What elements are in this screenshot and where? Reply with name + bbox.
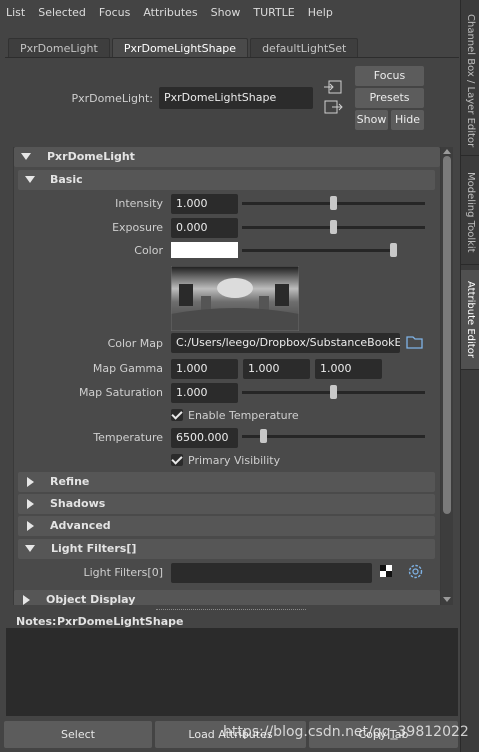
color-swatch[interactable] [171,242,238,258]
menu-selected[interactable]: Selected [38,6,86,19]
menu-bar: List Selected Focus Attributes Show TURT… [0,0,460,24]
intensity-label: Intensity [115,197,163,210]
tab-pxrdomelight[interactable]: PxrDomeLight [8,38,110,57]
map-gamma-label: Map Gamma [92,362,163,375]
input-connection-icon[interactable] [323,79,345,95]
menu-show[interactable]: Show [211,6,241,19]
tab-divider [5,57,459,58]
node-name-label: PxrDomeLight: [71,92,153,105]
tab-pxrdomelightshape[interactable]: PxrDomeLightShape [111,38,249,57]
temperature-label: Temperature [93,431,163,444]
color-slider-track[interactable] [242,249,396,252]
show-button[interactable]: Show [355,110,388,130]
expand-arrow-icon [27,521,34,531]
color-map-label: Color Map [107,337,163,350]
color-slider-handle[interactable] [390,243,397,257]
collapse-arrow-icon [25,545,35,552]
exposure-field[interactable]: 0.000 [171,218,238,238]
tab-defaultlightset[interactable]: defaultLightSet [250,38,359,57]
folder-icon[interactable] [406,334,424,350]
enable-temperature-checkbox[interactable] [171,409,183,421]
section-light-filters-label: Light Filters[] [51,542,137,555]
node-graph-gear-icon[interactable] [406,562,425,581]
side-tab-modeling-toolkit-label: Modeling Toolkit [465,171,476,253]
hide-button[interactable]: Hide [391,110,424,130]
section-pxrdomelight[interactable]: PxrDomeLight [14,147,440,167]
side-tab-channel-box[interactable]: Channel Box / Layer Editor [461,6,479,156]
focus-button[interactable]: Focus [355,66,424,86]
light-filter-0-label: Light Filters[0] [83,566,163,579]
node-tabs: PxrDomeLight PxrDomeLightShape defaultLi… [8,38,360,57]
node-name-field[interactable]: PxrDomeLightShape [159,87,313,109]
section-object-display[interactable]: Object Display [14,590,440,605]
enable-temperature-label: Enable Temperature [188,409,299,422]
expand-arrow-icon [27,499,34,509]
light-filter-0-field[interactable] [171,563,372,583]
primary-visibility-checkbox[interactable] [171,454,183,466]
intensity-slider-handle[interactable] [330,196,337,210]
scrollbar-thumb[interactable] [443,156,451,514]
map-button-icon[interactable] [380,565,392,577]
side-tab-modeling-toolkit[interactable]: Modeling Toolkit [461,160,479,265]
section-shadows[interactable]: Shadows [18,494,435,514]
presets-button[interactable]: Presets [355,88,424,108]
notes-text-area[interactable] [6,628,458,716]
menu-attributes[interactable]: Attributes [143,6,197,19]
map-saturation-field[interactable]: 1.000 [171,383,238,403]
section-shadows-label: Shadows [50,497,106,510]
menu-list[interactable]: List [6,6,25,19]
color-label: Color [134,244,163,257]
temperature-slider-track[interactable] [242,435,425,438]
section-refine-label: Refine [50,475,90,488]
temperature-slider-handle[interactable] [260,429,268,443]
menu-turtle[interactable]: TURTLE [253,6,294,19]
map-saturation-slider-handle[interactable] [330,385,337,399]
section-basic[interactable]: Basic [18,170,435,190]
exposure-label: Exposure [112,221,163,234]
menu-focus[interactable]: Focus [99,6,130,19]
section-object-display-label: Object Display [46,593,136,605]
section-advanced[interactable]: Advanced [18,516,435,536]
primary-visibility-label: Primary Visibility [188,454,281,467]
side-tab-strip: Channel Box / Layer Editor Modeling Tool… [460,0,479,752]
map-gamma-r-field[interactable]: 1.000 [171,359,238,379]
section-pxrdomelight-label: PxrDomeLight [47,150,135,163]
watermark-text: https://blog.csdn.net/qq_39812022 [223,724,469,740]
notes-label: Notes: [16,615,57,628]
side-tab-attribute-editor[interactable]: Attribute Editor [461,270,479,370]
exposure-slider-handle[interactable] [330,220,337,234]
collapse-arrow-icon [21,153,31,160]
color-map-path-field[interactable]: C:/Users/leego/Dropbox/SubstanceBookExa [171,333,400,353]
notes-node-name: PxrDomeLightShape [57,615,184,628]
expand-arrow-icon [27,477,34,487]
map-gamma-g-field[interactable]: 1.000 [243,359,310,379]
scroll-up-icon[interactable] [443,148,451,154]
expand-arrow-icon [23,595,30,605]
map-saturation-label: Map Saturation [78,386,163,399]
map-gamma-b-field[interactable]: 1.000 [315,359,382,379]
section-advanced-label: Advanced [50,519,111,532]
section-object-display-clip: Object Display [14,590,440,605]
section-basic-label: Basic [50,173,83,186]
side-tab-channel-box-label: Channel Box / Layer Editor [465,13,476,148]
menu-help[interactable]: Help [308,6,333,19]
temperature-field[interactable]: 6500.000 [171,428,238,448]
intensity-field[interactable]: 1.000 [171,194,238,214]
pane-splitter[interactable] [156,609,306,610]
output-connection-icon[interactable] [323,99,345,115]
select-button[interactable]: Select [4,721,152,748]
scroll-down-icon[interactable] [443,597,451,603]
section-refine[interactable]: Refine [18,472,435,492]
collapse-arrow-icon [25,176,35,183]
section-light-filters[interactable]: Light Filters[] [18,539,435,559]
color-map-thumbnail [171,266,299,331]
side-tab-attribute-editor-label: Attribute Editor [465,281,476,358]
